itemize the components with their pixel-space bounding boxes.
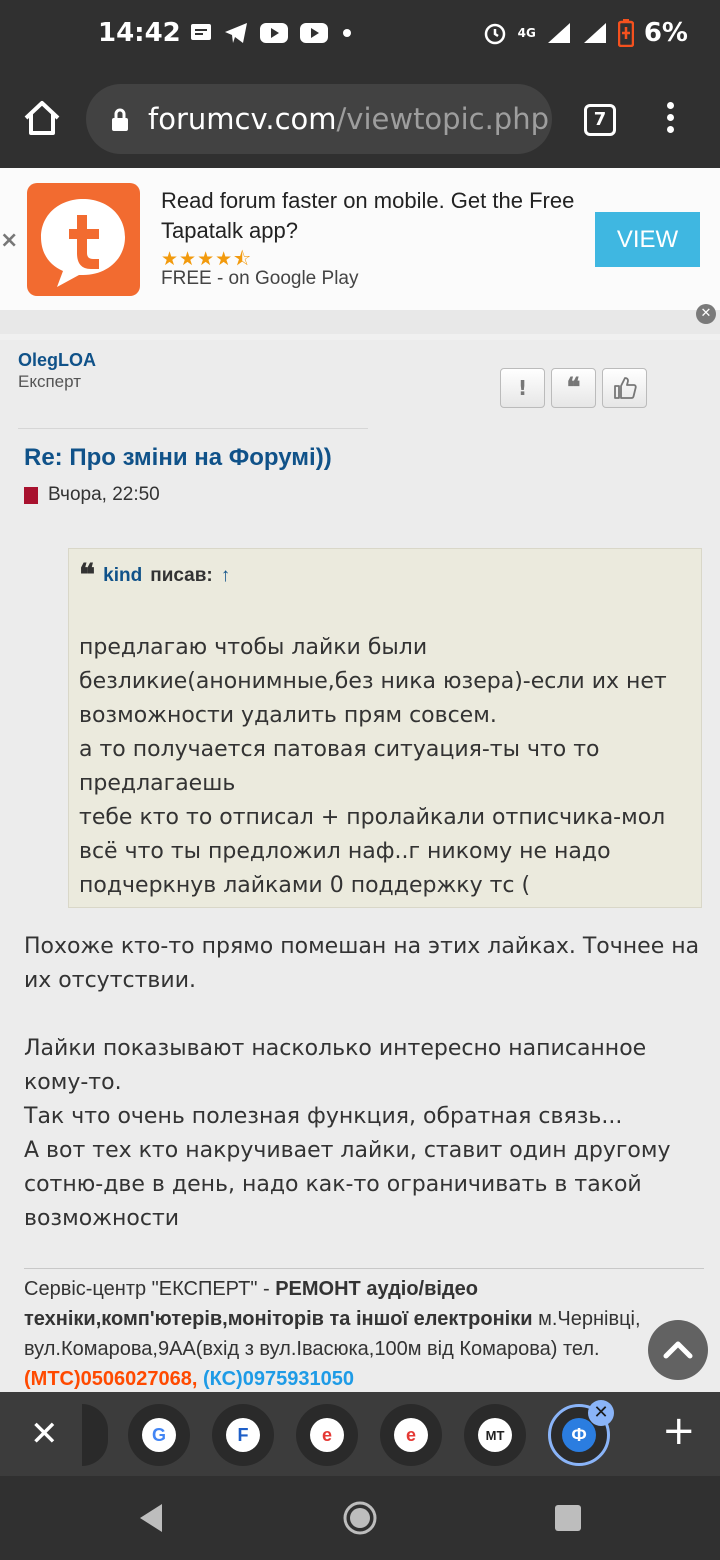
signature: Сервіс-центр "ЕКСПЕРТ" - РЕМОНТ аудіо/ві… [24, 1274, 674, 1392]
post-title[interactable]: Re: Про зміни на Форумі)) [24, 444, 332, 472]
signature-text: Сервіс-центр "ЕКСПЕРТ" - [24, 1278, 276, 1300]
youtube-icon [260, 23, 288, 43]
report-button[interactable]: ! [500, 368, 545, 408]
quote-line: предлагаю чтобы лайки были безликие(анон… [79, 635, 667, 728]
quote-source-link[interactable]: ↑ [221, 565, 231, 587]
home-icon[interactable] [22, 98, 62, 138]
tab-switcher-button[interactable]: 7 [584, 104, 616, 136]
message-paragraph: Похоже кто-то прямо помешан на этих лайк… [24, 934, 700, 993]
quote-icon: ❝ [566, 373, 581, 403]
url-domain: forumcv.com [148, 102, 337, 136]
tab-strip: ✕ G F e e MT Ф + [0, 1392, 720, 1476]
address-bar[interactable]: forumcv.com/viewtopic.php [86, 84, 552, 154]
banner-text: Read forum faster on mobile. Get the Fre… [161, 188, 575, 243]
alarm-icon [484, 23, 505, 45]
banner-close-button[interactable]: × [0, 228, 18, 253]
message-paragraph: Так что очень полезная функция, обратная… [24, 1104, 623, 1129]
signal-icon [583, 23, 606, 43]
phone-ks: (КС)0975931050 [203, 1368, 354, 1390]
system-nav-bar [0, 1476, 720, 1560]
status-bar: 14:42 4G 6% [0, 0, 720, 70]
like-button[interactable] [602, 368, 647, 408]
quote-button[interactable]: ❝ [551, 368, 596, 408]
google-tab[interactable]: G [128, 1404, 190, 1466]
browser-toolbar: forumcv.com/viewtopic.php 7 [0, 70, 720, 168]
e-favicon: e [310, 1418, 344, 1452]
quote-wrote: писав: [150, 565, 213, 586]
battery-icon [617, 19, 634, 47]
quote-user[interactable]: kind [103, 565, 142, 587]
header-divider [18, 428, 368, 429]
close-circle-icon[interactable]: ✕ [696, 304, 716, 324]
forum-favicon: Ф [562, 1418, 596, 1452]
mt-tab[interactable]: MT [464, 1404, 526, 1466]
quote-block: ❝ kind писав: ↑ предлагаю чтобы лайки бы… [68, 548, 702, 908]
message-paragraph: А вот тех кто накручивает лайки, ставит … [24, 1138, 671, 1231]
partial-tab[interactable] [82, 1404, 108, 1466]
close-tab-group-button[interactable]: ✕ [30, 1414, 59, 1454]
post-actions: ! ❝ [500, 368, 647, 408]
message-icon [191, 24, 211, 40]
recents-icon[interactable] [554, 1504, 582, 1532]
battery-level: 6% [643, 18, 688, 48]
chevron-up-icon [663, 1341, 693, 1359]
telegram-icon [225, 23, 247, 43]
signature-divider [24, 1268, 704, 1269]
scroll-to-top-button[interactable] [648, 1320, 708, 1380]
mt-favicon: MT [478, 1418, 512, 1452]
f-favicon: F [226, 1418, 260, 1452]
google-favicon: G [142, 1418, 176, 1452]
youtube-icon [300, 23, 328, 43]
quote-mark-icon: ❝ [79, 558, 96, 593]
system-icons: 4G 6% [482, 18, 688, 48]
post-date-row: Вчора, 22:50 [24, 484, 160, 506]
view-button[interactable]: VIEW [595, 212, 700, 267]
quote-line: а то получается патовая ситуация-ты что … [79, 737, 600, 796]
url-path: /viewtopic.php [336, 102, 550, 136]
signal-icon [547, 23, 570, 43]
new-tab-button[interactable]: + [662, 1408, 696, 1454]
author-rank: Експерт [18, 372, 81, 391]
back-icon[interactable] [136, 1502, 166, 1534]
tapatalk-logo [27, 183, 140, 296]
home-nav-icon[interactable] [342, 1500, 378, 1536]
thumbs-up-icon [613, 377, 637, 399]
dot-icon [343, 29, 351, 37]
quote-line: тебе кто то отписал + пролайкали отписчи… [79, 805, 666, 898]
quote-header: ❝ kind писав: ↑ [79, 558, 231, 593]
post-icon [24, 486, 38, 504]
e-tab-2[interactable]: e [380, 1404, 442, 1466]
network-type: 4G [517, 26, 536, 40]
forum-post: OlegLOA Експерт ! ❝ Re: Про зміни на Фор… [0, 340, 720, 1392]
close-tab-icon[interactable]: ✕ [588, 1400, 614, 1426]
post-author[interactable]: OlegLOA [18, 350, 96, 371]
banner-bottom-bar [0, 310, 720, 334]
e-favicon: e [394, 1418, 428, 1452]
menu-icon[interactable] [664, 102, 676, 138]
quote-text: предлагаю чтобы лайки были безликие(анон… [79, 631, 689, 903]
f-tab[interactable]: F [212, 1404, 274, 1466]
clock: 14:42 [98, 18, 181, 48]
e-tab[interactable]: e [296, 1404, 358, 1466]
post-body: Похоже кто-то прямо помешан на этих лайк… [24, 930, 704, 1236]
report-icon: ! [517, 376, 528, 400]
post-date: Вчора, 22:50 [48, 484, 160, 505]
lock-icon [112, 108, 128, 131]
phone-mts: (МТС)0506027068, [24, 1368, 198, 1390]
url-text: forumcv.com/viewtopic.php [148, 102, 549, 136]
notification-icons [190, 22, 354, 44]
message-paragraph: Лайки показывают насколько интересно нап… [24, 1036, 647, 1095]
banner-subtext: FREE - on Google Play [161, 268, 359, 289]
